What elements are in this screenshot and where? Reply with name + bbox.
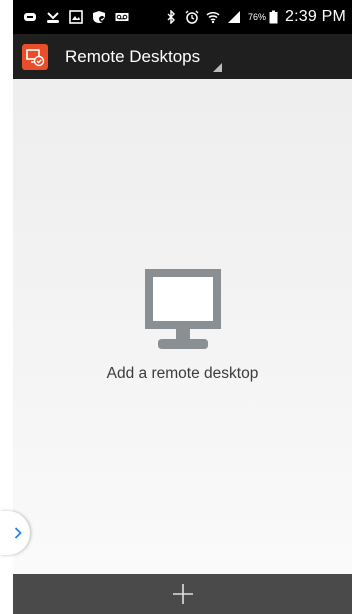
content-area: Add a remote desktop xyxy=(0,79,352,574)
status-clock: 2:39 PM xyxy=(285,8,346,25)
empty-state[interactable]: Add a remote desktop xyxy=(13,269,352,383)
action-bar: Remote Desktops xyxy=(13,34,352,79)
bottom-add-bar[interactable] xyxy=(13,574,352,614)
spinner-dropdown-icon[interactable] xyxy=(213,63,223,72)
gallery-icon xyxy=(69,10,83,24)
status-icons-left xyxy=(23,10,129,24)
screen: 76% 2:39 PM Remote Desktops Add a remote… xyxy=(0,0,352,614)
wifi-icon xyxy=(206,10,220,24)
alarm-icon xyxy=(185,10,199,24)
battery-percent: 76% xyxy=(247,12,266,22)
remote-desktop-app-icon[interactable] xyxy=(22,43,48,70)
status-bar: 76% 2:39 PM xyxy=(13,0,352,34)
bluetooth-icon xyxy=(164,9,178,25)
drawer-toggle-tab[interactable] xyxy=(0,511,30,555)
status-icons-right: 76% 2:39 PM xyxy=(164,8,346,26)
battery-icon xyxy=(269,10,278,24)
app-title[interactable]: Remote Desktops xyxy=(65,47,200,67)
missed-call-icon xyxy=(46,10,60,24)
chevron-right-icon xyxy=(14,527,22,539)
notification-icon xyxy=(23,10,37,24)
monitor-icon xyxy=(144,269,221,349)
plus-icon[interactable] xyxy=(172,583,194,605)
add-remote-desktop-label: Add a remote desktop xyxy=(106,365,259,382)
voicemail-icon xyxy=(115,10,129,24)
security-icon xyxy=(92,10,106,24)
signal-icon xyxy=(227,10,241,24)
